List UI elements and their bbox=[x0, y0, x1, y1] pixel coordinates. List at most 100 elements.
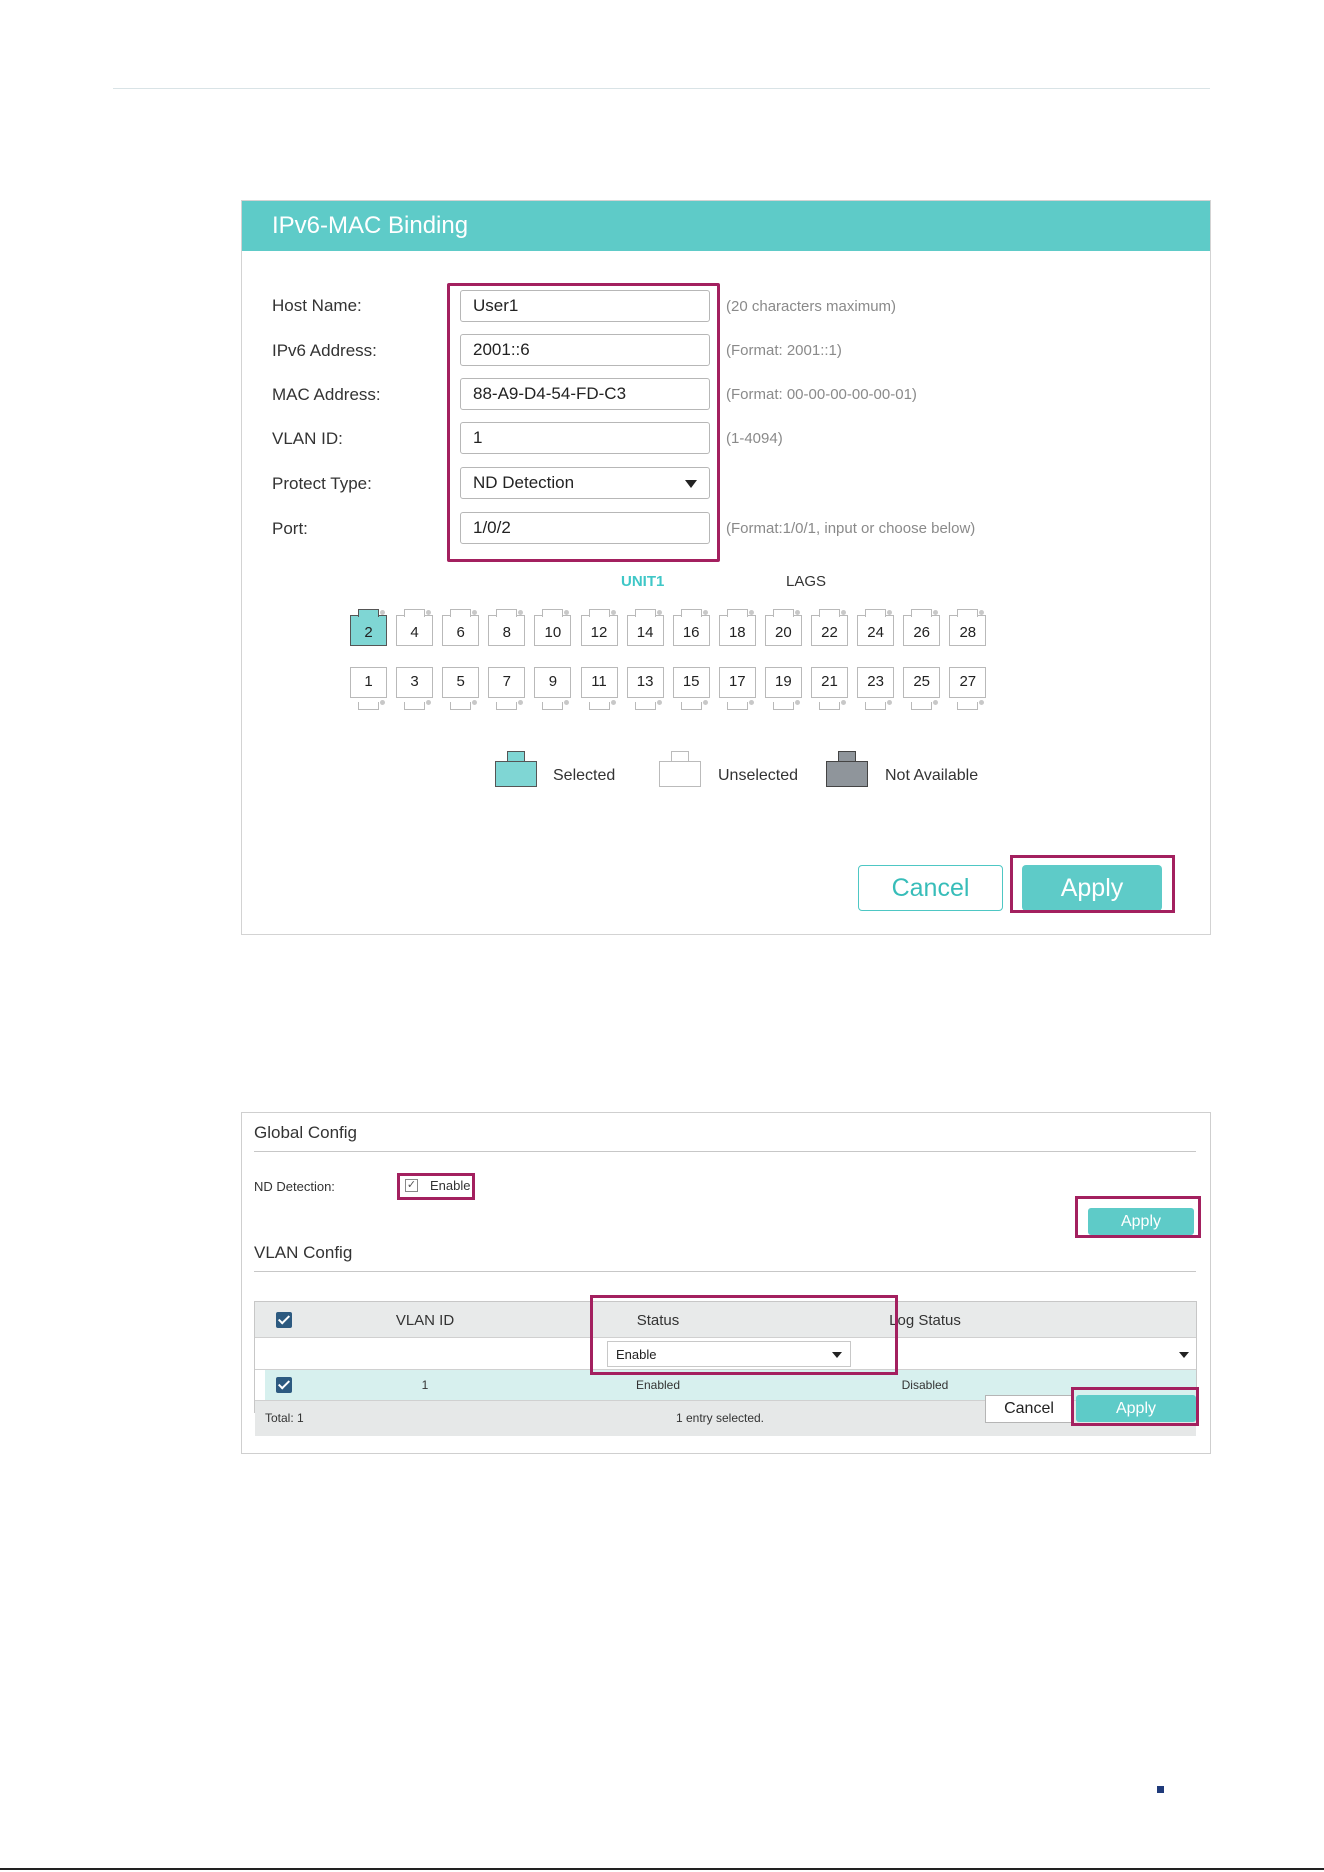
port-number: 28 bbox=[959, 624, 977, 641]
not-available-port-icon bbox=[826, 751, 868, 787]
page-marker bbox=[1157, 1786, 1164, 1793]
port-number: 27 bbox=[959, 673, 977, 690]
port-number: 2 bbox=[364, 624, 373, 641]
port-28[interactable]: 28 bbox=[949, 609, 987, 646]
port-number: 21 bbox=[821, 673, 838, 690]
port-11[interactable]: 11 bbox=[580, 667, 618, 710]
port-27[interactable]: 27 bbox=[949, 667, 987, 710]
port-led-icon bbox=[841, 700, 846, 705]
port-8[interactable]: 8 bbox=[488, 609, 526, 646]
port-24[interactable]: 24 bbox=[857, 609, 895, 646]
cancel-button[interactable]: Cancel bbox=[858, 865, 1003, 911]
port-18[interactable]: 18 bbox=[718, 609, 756, 646]
port-number: 16 bbox=[682, 624, 700, 641]
vlan-id-hint: (1-4094) bbox=[726, 430, 783, 447]
tab-lags[interactable]: LAGS bbox=[786, 573, 826, 590]
selected-port-icon bbox=[495, 751, 537, 787]
port-number: 19 bbox=[775, 673, 792, 690]
port-number: 17 bbox=[728, 673, 746, 690]
port-15[interactable]: 15 bbox=[672, 667, 710, 710]
legend-not-available: Not Available bbox=[885, 767, 979, 784]
port-12[interactable]: 12 bbox=[580, 609, 618, 646]
port-21[interactable]: 21 bbox=[811, 667, 848, 710]
port-led-icon bbox=[518, 700, 524, 705]
row-vlan-id: 1 bbox=[421, 1378, 429, 1392]
port-6[interactable]: 6 bbox=[442, 609, 480, 646]
panel-title: IPv6-MAC Binding bbox=[272, 212, 469, 239]
nd-detection-panel: Global Config ND Detection: ✓ Enable App… bbox=[241, 1112, 1211, 1454]
ipv6-mac-binding-panel: IPv6-MAC Binding Host Name: User1 (20 ch… bbox=[241, 200, 1211, 935]
port-number: 8 bbox=[502, 624, 511, 641]
port-led-icon bbox=[380, 700, 385, 705]
port-number: 15 bbox=[682, 673, 700, 690]
port-number: 12 bbox=[590, 624, 608, 641]
port-number: 22 bbox=[821, 624, 838, 641]
column-vlan-id: VLAN ID bbox=[395, 1312, 455, 1329]
port-13[interactable]: 13 bbox=[626, 667, 664, 710]
row-edge bbox=[255, 1370, 265, 1400]
page-top-rule bbox=[113, 88, 1210, 89]
port-number: 9 bbox=[548, 673, 558, 690]
port-number: 11 bbox=[591, 673, 607, 690]
port-25[interactable]: 25 bbox=[903, 667, 941, 710]
port-1[interactable]: 1 bbox=[350, 667, 387, 710]
ipv6-address-label: IPv6 Address: bbox=[272, 341, 377, 360]
port-2[interactable]: 2 bbox=[350, 609, 387, 646]
port-number: 4 bbox=[410, 624, 419, 641]
panel-header: IPv6-MAC Binding bbox=[242, 201, 1210, 251]
port-4[interactable]: 4 bbox=[396, 609, 434, 646]
port-10[interactable]: 10 bbox=[534, 609, 572, 646]
selection-count: 1 entry selected. bbox=[675, 1411, 765, 1425]
port-number: 6 bbox=[456, 624, 465, 641]
port-led-icon bbox=[748, 610, 754, 615]
port-22[interactable]: 22 bbox=[811, 609, 848, 646]
port-led-icon bbox=[702, 610, 708, 615]
port-number: 24 bbox=[867, 624, 884, 641]
port-number: 14 bbox=[636, 624, 654, 641]
port-led-icon bbox=[794, 610, 800, 615]
port-14[interactable]: 14 bbox=[626, 609, 664, 646]
port-23[interactable]: 23 bbox=[857, 667, 895, 710]
select-all-checkbox[interactable] bbox=[276, 1312, 292, 1328]
global-config-title: Global Config bbox=[254, 1123, 358, 1142]
port-led-icon bbox=[748, 700, 754, 705]
port-number: 13 bbox=[636, 673, 654, 690]
total-count: Total: 1 bbox=[265, 1411, 304, 1425]
nd-enable-highlight bbox=[397, 1173, 475, 1200]
port-led-icon bbox=[380, 610, 385, 615]
port-number: 10 bbox=[544, 624, 562, 641]
port-number: 7 bbox=[502, 673, 511, 690]
row-log-status: Disabled bbox=[901, 1378, 949, 1392]
legend-selected: Selected bbox=[553, 767, 616, 784]
vlan-apply-highlight bbox=[1071, 1387, 1199, 1426]
nd-detection-label: ND Detection: bbox=[254, 1179, 335, 1194]
host-name-hint: (20 characters maximum) bbox=[726, 298, 897, 315]
port-9[interactable]: 9 bbox=[534, 667, 572, 710]
port-led-icon bbox=[887, 700, 893, 705]
tab-unit1[interactable]: UNIT1 bbox=[621, 573, 664, 590]
row-checkbox[interactable] bbox=[276, 1377, 292, 1393]
port-17[interactable]: 17 bbox=[718, 667, 756, 710]
vlan-id-label: VLAN ID: bbox=[272, 429, 343, 448]
port-7[interactable]: 7 bbox=[488, 667, 526, 710]
port-led-icon bbox=[656, 700, 662, 705]
fields-highlight bbox=[447, 283, 720, 562]
port-led-icon bbox=[472, 700, 478, 705]
port-5[interactable]: 5 bbox=[442, 667, 480, 710]
port-20[interactable]: 20 bbox=[764, 609, 802, 646]
port-19[interactable]: 19 bbox=[764, 667, 802, 710]
vlan-cancel-button[interactable]: Cancel bbox=[985, 1395, 1073, 1423]
port-3[interactable]: 3 bbox=[396, 667, 434, 710]
mac-address-hint: (Format: 00-00-00-00-00-01) bbox=[726, 386, 917, 403]
apply-highlight bbox=[1010, 855, 1175, 913]
host-name-label: Host Name: bbox=[272, 296, 362, 315]
port-led-icon bbox=[564, 700, 570, 705]
port-number: 25 bbox=[913, 673, 931, 690]
port-26[interactable]: 26 bbox=[903, 609, 941, 646]
global-apply-highlight bbox=[1075, 1196, 1201, 1238]
log-status-filter-select[interactable] bbox=[861, 1341, 1193, 1367]
port-16[interactable]: 16 bbox=[672, 609, 710, 646]
port-number: 18 bbox=[728, 624, 746, 641]
port-number: 23 bbox=[867, 673, 884, 690]
port-led-icon bbox=[702, 700, 708, 705]
